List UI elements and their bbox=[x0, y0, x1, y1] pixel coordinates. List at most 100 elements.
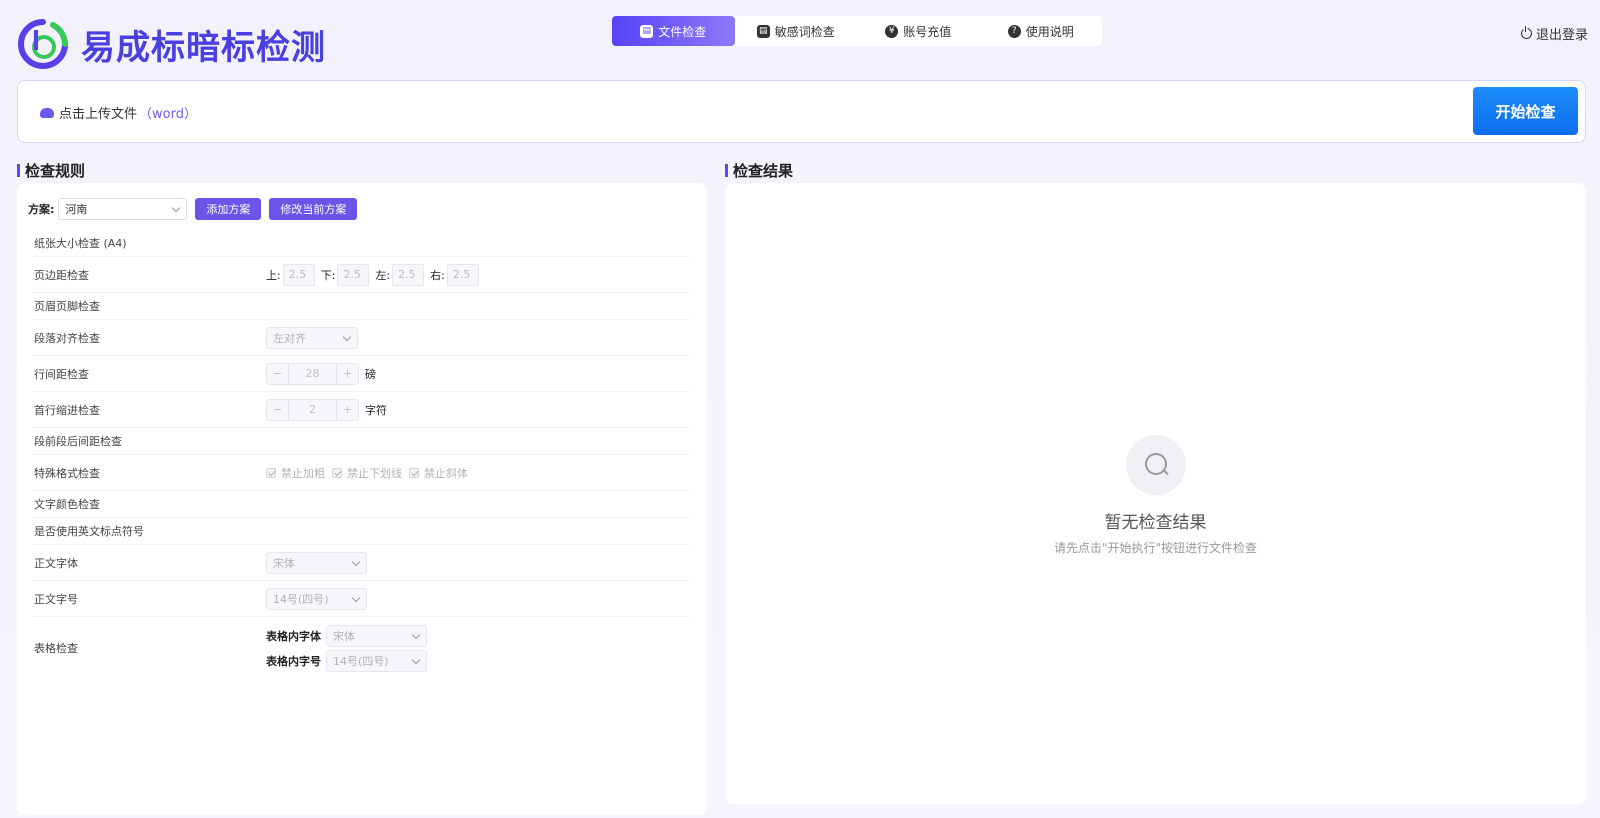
no-italic-checkbox[interactable]: 禁止斜体 bbox=[409, 465, 468, 481]
rules-panel: 方案: 河南 添加方案 修改当前方案 纸张大小检查 (A4) 页边距检查 上: … bbox=[17, 183, 707, 815]
upload-label: 点击上传文件 bbox=[59, 107, 138, 122]
empty-description: 请先点击"开始执行"按钮进行文件检查 bbox=[1053, 541, 1258, 555]
minus-icon[interactable]: − bbox=[267, 363, 289, 384]
indent-stepper[interactable]: − 2 + bbox=[266, 398, 359, 421]
line-spacing-stepper[interactable]: − 28 + bbox=[266, 362, 359, 385]
rule-body-size: 正文字号 14号(四号) bbox=[33, 581, 690, 617]
chevron-down-icon bbox=[351, 593, 361, 602]
table-settings: 表格内字体 宋体 表格内字号 14号(四号) bbox=[266, 624, 427, 672]
checkbox-label: 禁止加粗 bbox=[281, 466, 325, 480]
checkbox-label: 禁止斜体 bbox=[424, 466, 468, 480]
table-size-label: 表格内字号 bbox=[266, 654, 321, 668]
rule-name: 是否使用英文标点符号 bbox=[34, 525, 144, 538]
table-font-select[interactable]: 宋体 bbox=[326, 624, 427, 647]
rule-name: 段落对齐检查 bbox=[34, 331, 100, 345]
tab-file-check[interactable]: ▤ 文件检查 bbox=[612, 16, 735, 46]
brand-logo: 易成标暗标检测 bbox=[17, 18, 326, 70]
checkbox-label: 禁止下划线 bbox=[347, 466, 402, 480]
checkbox-icon bbox=[409, 467, 419, 478]
upload-file-link[interactable]: 点击上传文件 （word） bbox=[40, 103, 197, 122]
rules-section-title: 检查规则 bbox=[17, 160, 85, 181]
rule-para-spacing: 段前段后间距检查 bbox=[33, 428, 690, 455]
table-size-select[interactable]: 14号(四号) bbox=[326, 649, 427, 672]
margin-top-input[interactable]: 2.5 bbox=[282, 263, 315, 286]
rule-line-spacing: 行间距检查 − 28 + 磅 bbox=[33, 356, 690, 392]
rule-indent: 首行缩进检查 − 2 + 字符 bbox=[33, 392, 690, 428]
scheme-select[interactable]: 河南 bbox=[58, 198, 188, 220]
help-icon: ? bbox=[1007, 24, 1021, 38]
body-font-value: 宋体 bbox=[273, 556, 295, 570]
recharge-icon: ¥ bbox=[885, 24, 899, 38]
scheme-row: 方案: 河南 添加方案 修改当前方案 bbox=[28, 198, 358, 220]
power-icon bbox=[1520, 26, 1532, 39]
logout-button[interactable]: 退出登录 bbox=[1520, 24, 1588, 43]
margin-top-label: 上: bbox=[266, 268, 281, 282]
indent-unit: 字符 bbox=[365, 403, 387, 417]
margin-bottom-label: 下: bbox=[320, 268, 336, 282]
line-spacing-value[interactable]: 28 bbox=[289, 364, 336, 384]
checkbox-icon bbox=[332, 467, 342, 478]
tab-sensitive-words[interactable]: ▤ 敏感词检查 bbox=[735, 16, 858, 46]
margin-left-label: 左: bbox=[375, 268, 391, 282]
document-check-icon: ▤ bbox=[640, 24, 654, 38]
rule-body-font: 正文字体 宋体 bbox=[33, 545, 690, 581]
margin-bottom-input[interactable]: 2.5 bbox=[337, 263, 370, 286]
checkbox-icon bbox=[266, 467, 276, 478]
no-bold-checkbox[interactable]: 禁止加粗 bbox=[266, 465, 325, 481]
body-font-select[interactable]: 宋体 bbox=[266, 551, 367, 574]
results-panel: 暂无检查结果 请先点击"开始执行"按钮进行文件检查 bbox=[725, 183, 1586, 804]
tab-label: 文件检查 bbox=[658, 24, 707, 39]
tab-help[interactable]: ? 使用说明 bbox=[980, 16, 1103, 46]
chevron-down-icon bbox=[342, 332, 352, 341]
rule-name: 表格检查 bbox=[34, 642, 78, 655]
rules-list: 纸张大小检查 (A4) 页边距检查 上: 2.5 下: 2.5 左: 2.5 右… bbox=[33, 230, 690, 679]
add-scheme-button[interactable]: 添加方案 bbox=[195, 198, 262, 220]
rule-name: 行间距检查 bbox=[34, 367, 89, 381]
scheme-value: 河南 bbox=[65, 203, 88, 216]
start-check-button[interactable]: 开始检查 bbox=[1473, 87, 1578, 135]
tab-label: 账号充值 bbox=[903, 24, 952, 39]
chevron-down-icon bbox=[172, 203, 181, 213]
table-font-row: 表格内字体 宋体 bbox=[266, 624, 427, 647]
scheme-label: 方案: bbox=[28, 203, 55, 216]
search-icon bbox=[1125, 435, 1186, 495]
chevron-down-icon bbox=[351, 557, 361, 566]
table-font-value: 宋体 bbox=[333, 629, 355, 643]
rule-name: 页眉页脚检查 bbox=[34, 300, 100, 313]
main-nav: ▤ 文件检查 ▤ 敏感词检查 ¥ 账号充值 ? 使用说明 bbox=[612, 16, 1102, 46]
logout-label: 退出登录 bbox=[1535, 28, 1588, 43]
empty-state: 暂无检查结果 请先点击"开始执行"按钮进行文件检查 bbox=[725, 435, 1586, 556]
brand-title: 易成标暗标检测 bbox=[81, 27, 326, 68]
margin-controls: 上: 2.5 下: 2.5 左: 2.5 右: 2.5 bbox=[266, 263, 485, 286]
tab-label: 使用说明 bbox=[1025, 24, 1074, 39]
chevron-down-icon bbox=[411, 630, 421, 639]
margin-right-input[interactable]: 2.5 bbox=[446, 263, 479, 286]
rule-name: 特殊格式检查 bbox=[34, 466, 100, 480]
tab-recharge[interactable]: ¥ 账号充值 bbox=[857, 16, 980, 46]
rule-align: 段落对齐检查 左对齐 bbox=[33, 320, 690, 356]
rule-margin: 页边距检查 上: 2.5 下: 2.5 左: 2.5 右: 2.5 bbox=[33, 257, 690, 293]
chevron-down-icon bbox=[411, 655, 421, 664]
rule-text-color: 文字颜色检查 bbox=[33, 491, 690, 518]
align-select[interactable]: 左对齐 bbox=[266, 326, 358, 349]
special-format-options: 禁止加粗 禁止下划线 禁止斜体 bbox=[266, 465, 475, 481]
margin-left-input[interactable]: 2.5 bbox=[392, 263, 425, 286]
empty-title: 暂无检查结果 bbox=[1104, 513, 1207, 533]
rule-name: 文字颜色检查 bbox=[34, 498, 100, 511]
body-size-value: 14号(四号) bbox=[273, 592, 329, 606]
results-section-title: 检查结果 bbox=[725, 160, 793, 181]
sensitive-word-icon: ▤ bbox=[756, 24, 770, 38]
upload-bar: 点击上传文件 （word） 开始检查 bbox=[17, 80, 1586, 143]
no-underline-checkbox[interactable]: 禁止下划线 bbox=[332, 465, 402, 481]
indent-value[interactable]: 2 bbox=[289, 400, 336, 420]
rule-name: 首行缩进检查 bbox=[34, 403, 100, 417]
plus-icon[interactable]: + bbox=[336, 363, 358, 384]
logo-icon bbox=[17, 18, 69, 70]
edit-scheme-button[interactable]: 修改当前方案 bbox=[269, 198, 358, 220]
plus-icon[interactable]: + bbox=[336, 399, 358, 420]
cloud-upload-icon bbox=[40, 107, 54, 118]
rule-special-format: 特殊格式检查 禁止加粗 禁止下划线 禁止斜体 bbox=[33, 455, 690, 491]
minus-icon[interactable]: − bbox=[267, 399, 289, 420]
rule-paper-size: 纸张大小检查 (A4) bbox=[33, 230, 690, 257]
body-size-select[interactable]: 14号(四号) bbox=[266, 587, 367, 610]
